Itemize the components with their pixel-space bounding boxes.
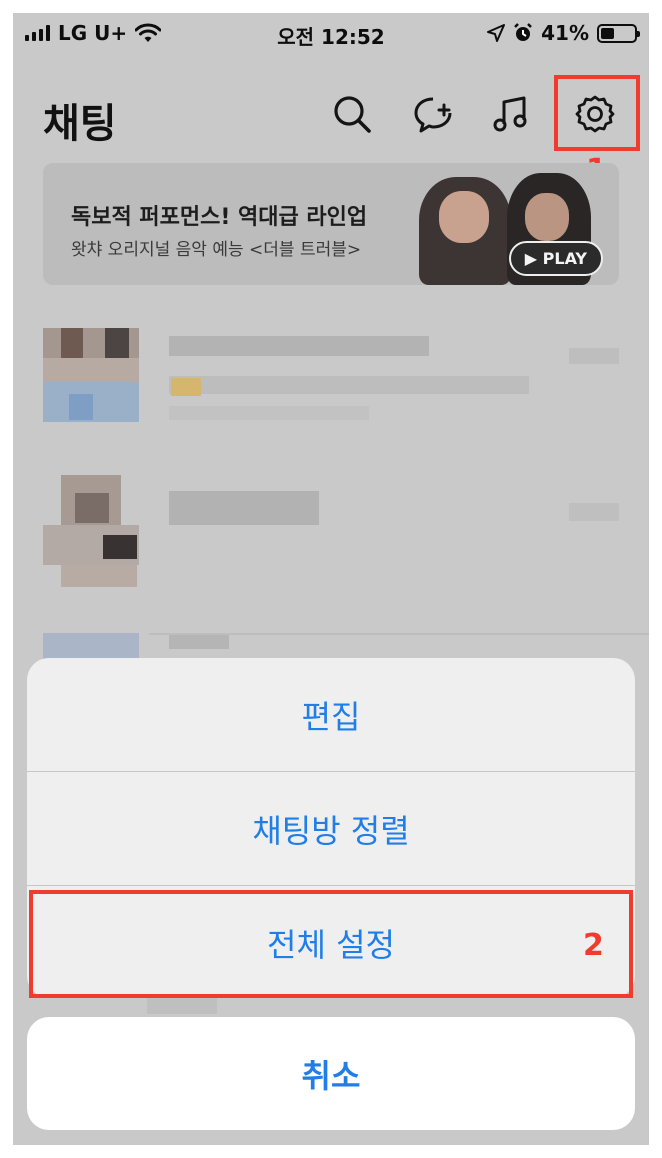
chat-time-blurred <box>569 348 619 364</box>
banner-title: 독보적 퍼포먼스! 역대급 라인업 <box>71 205 368 230</box>
banner-play-button[interactable]: ▶ PLAY <box>508 241 603 276</box>
new-chat-icon[interactable] <box>411 91 457 137</box>
annotation-marker-2: 2 <box>583 928 604 963</box>
sort-chatrooms-option[interactable]: 채팅방 정렬 <box>27 771 635 885</box>
all-settings-highlight-box <box>29 890 633 998</box>
chat-preview-blurred <box>169 376 529 394</box>
banner-subtitle: 왓챠 오리지널 음악 예능 <더블 트러블> <box>71 240 362 260</box>
alarm-icon <box>514 23 533 41</box>
banner-face-image <box>439 191 489 243</box>
status-bar: LG U+ 오전 12:52 41% <box>13 13 649 53</box>
phone-screen: LG U+ 오전 12:52 41% 채팅 독보적 퍼포먼스! 역대급 라인업 … <box>13 13 649 1145</box>
list-item[interactable] <box>13 298 649 458</box>
cancel-button[interactable]: 취소 <box>27 1017 635 1130</box>
chat-name-blurred <box>169 491 319 525</box>
music-icon[interactable] <box>489 91 535 137</box>
battery-percent: 41% <box>541 21 589 45</box>
avatar <box>43 633 139 659</box>
battery-icon <box>597 23 640 43</box>
settings-highlight-box <box>554 75 640 151</box>
banner-face-image <box>525 193 569 241</box>
status-right: 41% <box>487 21 640 45</box>
chat-time-blurred <box>569 503 619 521</box>
play-label: PLAY <box>542 249 587 268</box>
cancel-sheet: 취소 <box>27 1017 635 1130</box>
edit-option[interactable]: 편집 <box>27 658 635 771</box>
chat-name-blurred <box>169 336 429 356</box>
search-icon[interactable] <box>329 91 375 137</box>
list-item[interactable] <box>13 463 649 623</box>
location-arrow-icon <box>487 24 506 42</box>
battery-level <box>601 27 614 39</box>
page-title: 채팅 <box>43 101 117 147</box>
promo-banner[interactable]: 독보적 퍼포먼스! 역대급 라인업 왓챠 오리지널 음악 예능 <더블 트러블>… <box>43 163 619 285</box>
